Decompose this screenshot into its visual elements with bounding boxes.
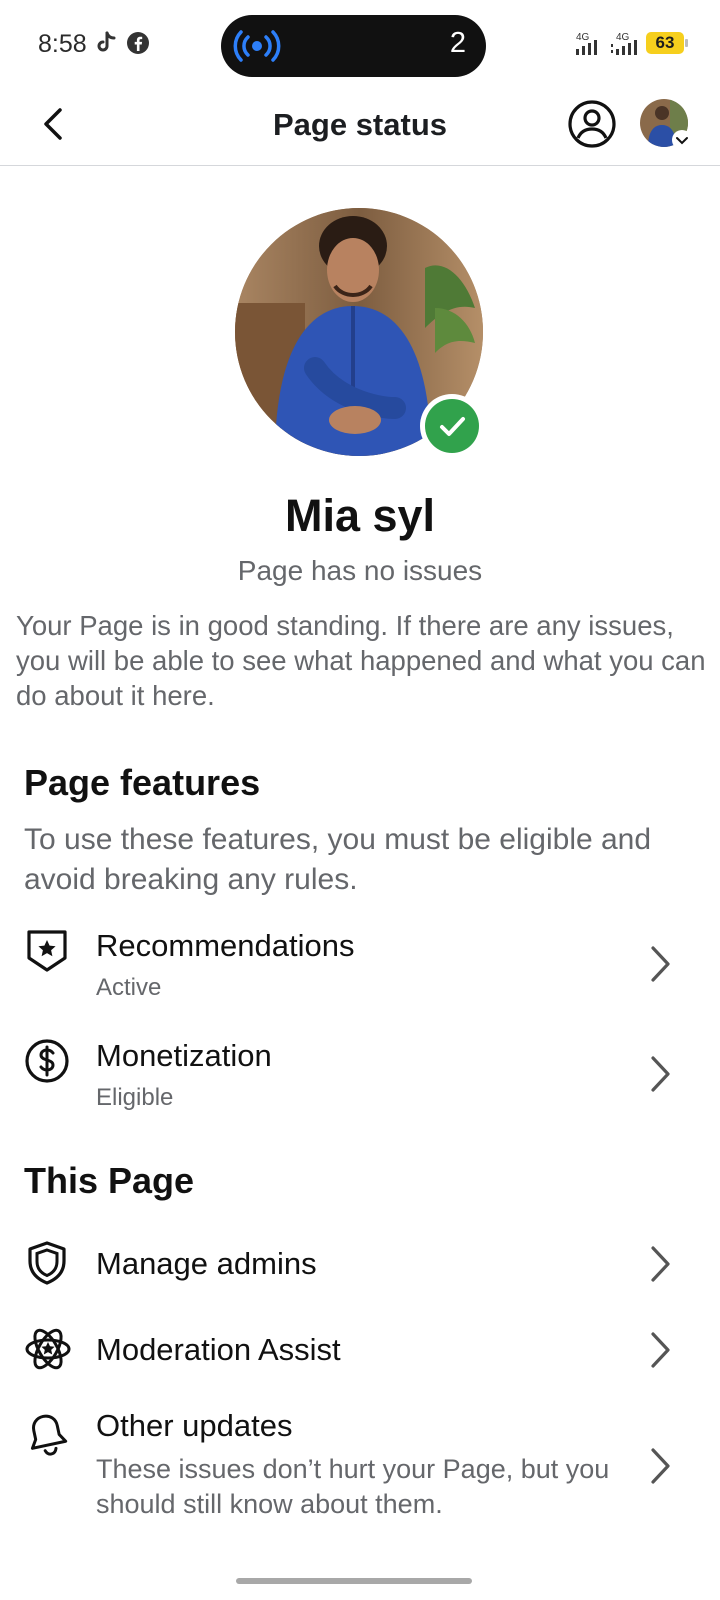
checkmark-icon [440, 417, 465, 436]
row-title: Monetization [96, 1038, 272, 1073]
pill-count: 2 [449, 27, 466, 59]
dynamic-island-pill[interactable]: 2 [221, 15, 486, 77]
chevron-right-icon [646, 1330, 674, 1370]
chevron-down-icon[interactable] [672, 130, 692, 150]
section-title-this-page: This Page [24, 1160, 195, 1201]
page-name: Mia syl [284, 490, 436, 541]
row-monetization[interactable]: Monetization Eligible [0, 1032, 720, 1122]
person-circle-icon [568, 100, 616, 148]
section-title-page-features: Page features [24, 762, 261, 803]
live-broadcast-icon [233, 29, 281, 63]
star-shield-icon [24, 928, 70, 974]
row-manage-admins[interactable]: Manage admins [0, 1236, 720, 1292]
profile-button[interactable] [567, 99, 617, 149]
atom-star-icon [24, 1326, 71, 1372]
chevron-right-icon [646, 944, 674, 984]
verified-check-badge [420, 394, 484, 458]
status-right-icons: 4G 4G 63 [574, 30, 688, 56]
top-app-bar: Page status [0, 92, 720, 166]
svg-text:4G: 4G [616, 32, 630, 43]
home-indicator[interactable] [236, 1578, 472, 1584]
row-status: Eligible [96, 1084, 174, 1111]
battery-indicator: 63 [646, 32, 688, 54]
status-time: 8:58 [38, 30, 87, 58]
page-status-summary: Page has no issues [237, 555, 483, 586]
facebook-icon [126, 31, 149, 55]
section-desc-page-features: To use these features, you must be eligi… [24, 823, 652, 896]
row-status: Active [96, 974, 162, 1001]
shield-icon [24, 1240, 70, 1286]
row-moderation-assist[interactable]: Moderation Assist [0, 1322, 720, 1378]
row-title: Manage admins [96, 1246, 317, 1281]
row-other-updates[interactable]: Other updates These issues don’t hurt yo… [0, 1402, 720, 1532]
chevron-right-icon [646, 1446, 674, 1486]
chevron-right-icon [646, 1054, 674, 1094]
standing-description: Your Page is in good standing. If there … [16, 610, 706, 711]
row-title: Other updates [96, 1408, 293, 1443]
status-bar: 8:58 2 4G 4G 63 [0, 0, 720, 92]
chevron-right-icon [646, 1244, 674, 1284]
signal-icon-2: 4G [610, 30, 638, 56]
row-recommendations[interactable]: Recommendations Active [0, 922, 720, 1012]
row-title: Moderation Assist [96, 1332, 341, 1367]
svg-text:4G: 4G [576, 32, 590, 43]
row-description: These issues don’t hurt your Page, but y… [96, 1454, 610, 1519]
signal-icon: 4G [574, 30, 602, 56]
row-title: Recommendations [96, 928, 355, 963]
tiktok-icon [96, 31, 118, 55]
bell-icon [24, 1412, 70, 1458]
dollar-circle-icon [24, 1038, 70, 1084]
